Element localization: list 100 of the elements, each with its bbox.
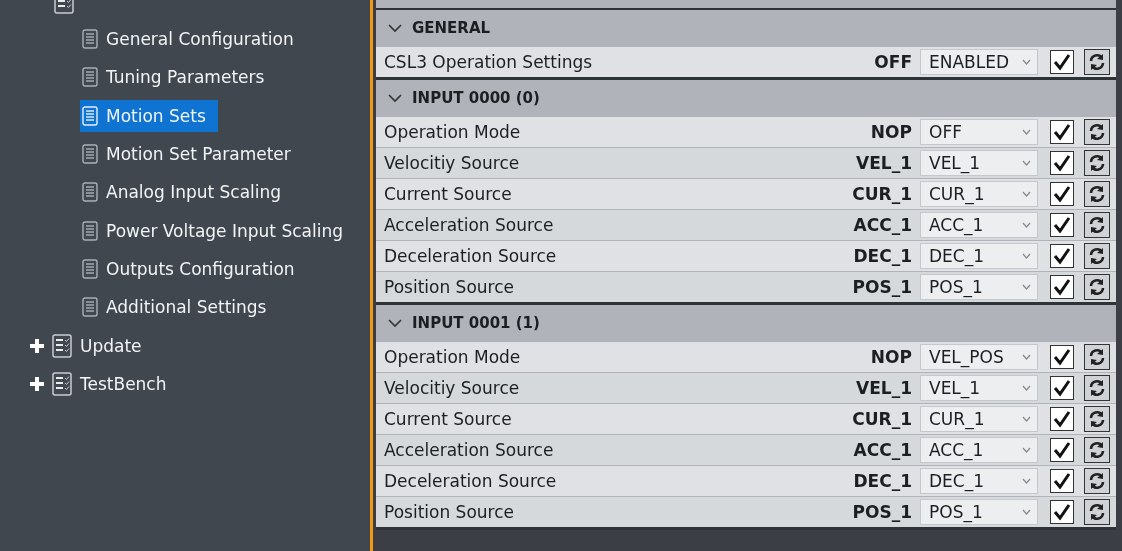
checkbox[interactable] — [1050, 469, 1074, 493]
setting-label: Position Source — [384, 277, 515, 297]
refresh-button[interactable] — [1084, 181, 1110, 207]
value-dropdown[interactable]: VEL_1 — [920, 375, 1038, 401]
checkbox[interactable] — [1050, 275, 1074, 299]
current-value: CUR_1 — [852, 409, 912, 429]
checkbox[interactable] — [1050, 151, 1074, 175]
refresh-button[interactable] — [1084, 274, 1110, 300]
checkbox[interactable] — [1050, 182, 1074, 206]
value-dropdown[interactable]: POS_1 — [920, 499, 1038, 525]
caret-icon — [1022, 385, 1031, 391]
document-icon — [82, 67, 98, 88]
current-value: DEC_1 — [853, 471, 912, 491]
current-value: ACC_1 — [853, 215, 912, 235]
caret-icon — [1022, 191, 1031, 197]
current-value: ACC_1 — [853, 440, 912, 460]
refresh-button[interactable] — [1084, 468, 1110, 494]
value-dropdown[interactable]: POS_1 — [920, 274, 1038, 300]
refresh-button[interactable] — [1084, 437, 1110, 463]
setting-label: CSL3 Operation Settings — [384, 52, 594, 72]
refresh-button[interactable] — [1084, 243, 1110, 269]
current-value: NOP — [870, 122, 912, 142]
value-dropdown[interactable]: VEL_POS — [920, 344, 1038, 370]
refresh-button[interactable] — [1084, 119, 1110, 145]
current-value: POS_1 — [852, 502, 912, 522]
document-icon — [82, 182, 98, 203]
checkbox[interactable] — [1050, 438, 1074, 462]
setting-label: Deceleration Source — [384, 246, 558, 266]
tree-item[interactable]: General Configuration — [80, 23, 306, 56]
value-dropdown[interactable]: VEL_1 — [920, 150, 1038, 176]
checklist-icon — [52, 371, 72, 396]
checkbox[interactable] — [1050, 376, 1074, 400]
value-dropdown[interactable]: DEC_1 — [920, 468, 1038, 494]
refresh-button[interactable] — [1084, 212, 1110, 238]
chevron-down-icon[interactable] — [388, 93, 402, 103]
value-dropdown[interactable]: ACC_1 — [920, 437, 1038, 463]
setting-label: Position Source — [384, 502, 515, 522]
tree-item[interactable]: Analog Input Scaling — [80, 176, 294, 209]
document-icon — [82, 144, 98, 165]
section-title: INPUT 0001 (1) — [412, 314, 540, 332]
refresh-button[interactable] — [1084, 375, 1110, 401]
tree-item[interactable]: Tuning Parameters — [80, 61, 277, 94]
value-dropdown[interactable]: DEC_1 — [920, 243, 1038, 269]
document-icon — [82, 258, 98, 279]
chevron-down-icon[interactable] — [388, 318, 402, 328]
tree-item[interactable]: Motion Sets — [80, 99, 218, 132]
document-icon — [82, 105, 98, 126]
caret-icon — [1022, 284, 1031, 290]
section-title: GENERAL — [412, 19, 491, 37]
tree-item[interactable]: TestBench — [80, 373, 167, 394]
tree-item[interactable]: Additional Settings — [80, 291, 279, 324]
checkbox[interactable] — [1050, 50, 1074, 74]
checklist-icon — [52, 333, 72, 358]
tree-item[interactable]: Outputs Configuration — [80, 252, 307, 285]
current-value: CUR_1 — [852, 184, 912, 204]
current-value: VEL_1 — [856, 153, 912, 173]
setting-label: Velocitiy Source — [384, 378, 521, 398]
setting-label: Operation Mode — [384, 122, 522, 142]
setting-label: Velocitiy Source — [384, 153, 521, 173]
current-value: OFF — [874, 52, 912, 72]
value-dropdown[interactable]: ENABLED — [920, 49, 1038, 75]
refresh-button[interactable] — [1084, 406, 1110, 432]
value-dropdown[interactable]: CUR_1 — [920, 406, 1038, 432]
value-dropdown[interactable]: CUR_1 — [920, 181, 1038, 207]
checkbox[interactable] — [1050, 345, 1074, 369]
caret-icon — [1022, 253, 1031, 259]
value-dropdown[interactable]: ACC_1 — [920, 212, 1038, 238]
document-icon — [82, 29, 98, 50]
expand-icon[interactable] — [30, 338, 44, 353]
caret-icon — [1022, 416, 1031, 422]
caret-icon — [1022, 160, 1031, 166]
checkbox[interactable] — [1050, 407, 1074, 431]
expand-icon[interactable] — [30, 376, 44, 391]
caret-icon — [1022, 222, 1031, 228]
setting-label: Current Source — [384, 184, 513, 204]
caret-icon — [1022, 478, 1031, 484]
current-value: VEL_1 — [856, 378, 912, 398]
refresh-button[interactable] — [1084, 150, 1110, 176]
setting-label: Acceleration Source — [384, 440, 555, 460]
current-value: NOP — [870, 347, 912, 367]
value-dropdown[interactable]: OFF — [920, 119, 1038, 145]
chevron-down-icon[interactable] — [388, 23, 402, 33]
current-value: POS_1 — [852, 277, 912, 297]
refresh-button[interactable] — [1084, 49, 1110, 75]
refresh-button[interactable] — [1084, 499, 1110, 525]
current-value: DEC_1 — [853, 246, 912, 266]
checkbox[interactable] — [1050, 244, 1074, 268]
checkbox[interactable] — [1050, 213, 1074, 237]
setting-label: Current Source — [384, 409, 513, 429]
tree-item[interactable]: Motion Set Parameter — [80, 138, 303, 171]
checkbox[interactable] — [1050, 500, 1074, 524]
refresh-button[interactable] — [1084, 344, 1110, 370]
caret-icon — [1022, 447, 1031, 453]
setting-label: Operation Mode — [384, 347, 522, 367]
document-icon — [82, 297, 98, 318]
checkbox[interactable] — [1050, 120, 1074, 144]
tree-item[interactable]: Power Voltage Input Scaling — [80, 214, 355, 247]
caret-icon — [1022, 59, 1031, 65]
caret-icon — [1022, 509, 1031, 515]
tree-item[interactable]: Update — [80, 335, 142, 356]
